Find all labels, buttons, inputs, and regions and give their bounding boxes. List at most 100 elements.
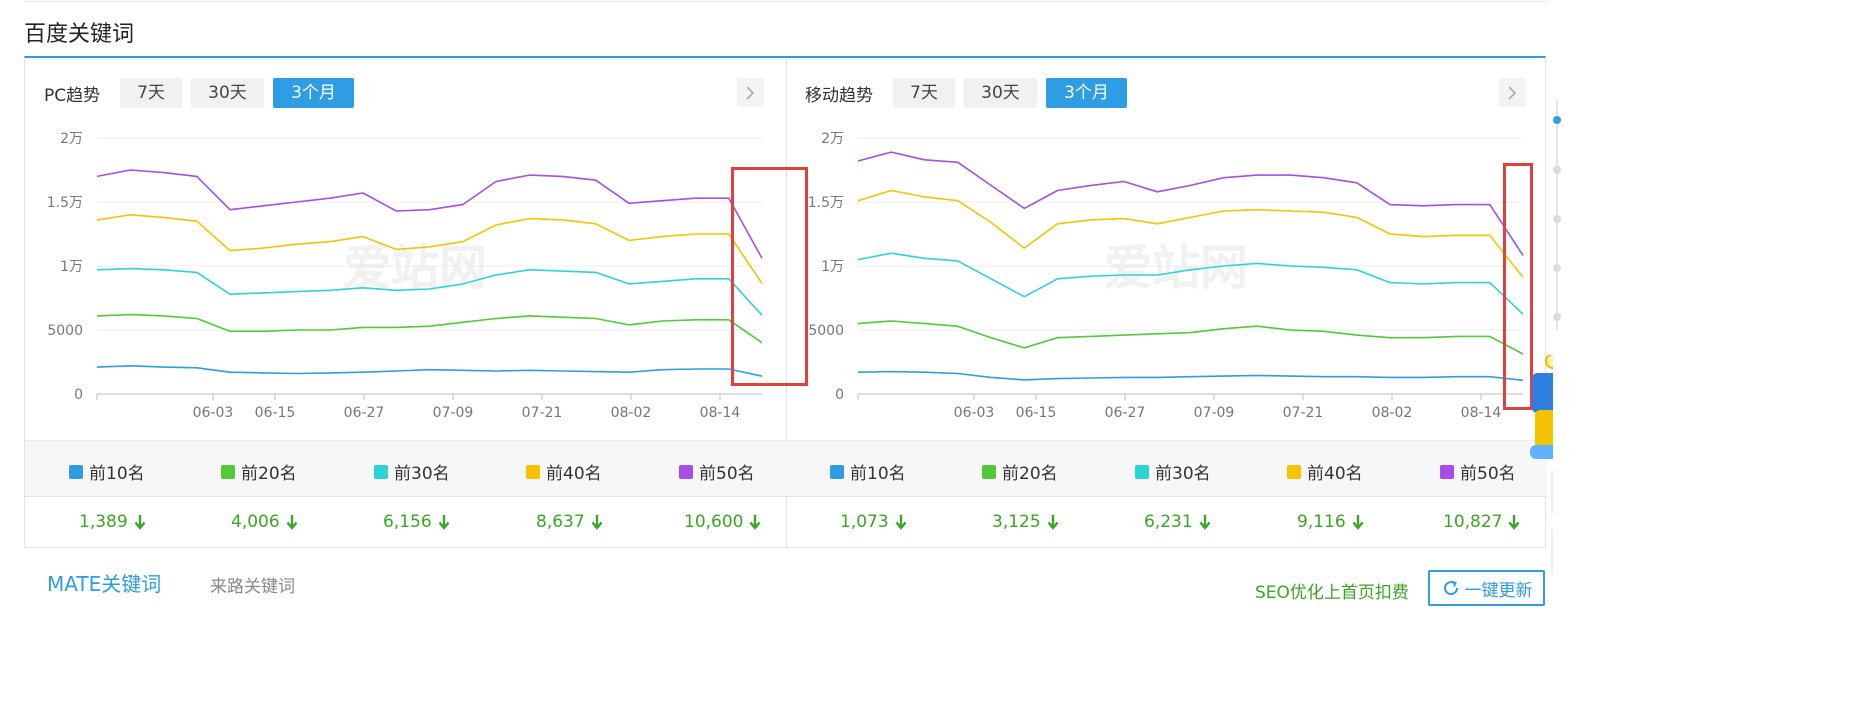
tab-7days[interactable]: 7天 (893, 78, 955, 108)
series-line-前10名 (857, 370, 1524, 382)
legend-item-top30[interactable]: 前30名 (1135, 459, 1211, 484)
side-tool-button[interactable] (1551, 470, 1553, 514)
legend-label: 前50名 (1460, 464, 1516, 484)
mobile-trend-panel: 移动趋势 7天 30天 3个月 爱站网 0 5000 1万 1.5万 2万 06-03 06-… (786, 58, 1547, 548)
value-top10: 1,389 (79, 512, 146, 532)
top-divider (24, 1, 1546, 2)
legend-label: 前30名 (394, 464, 450, 484)
next-arrow-button[interactable] (1499, 78, 1526, 107)
value-text: 1,073 (840, 512, 889, 532)
y-tick-label: 2万 (821, 131, 844, 147)
legend-item-top50[interactable]: 前50名 (1440, 459, 1516, 484)
value-text: 1,389 (79, 512, 128, 532)
chevron-right-icon (746, 86, 755, 100)
legend-label: 前40名 (1307, 464, 1363, 484)
next-arrow-button[interactable] (737, 78, 764, 107)
floating-promo-badge[interactable] (1530, 355, 1553, 465)
x-tick-label: 06-15 (255, 405, 296, 421)
pc-trend-panel: PC趋势 7天 30天 3个月 爱站网 0 5000 1万 1.5万 2万 06-03 06-… (25, 58, 787, 548)
value-top20: 4,006 (231, 512, 298, 532)
value-top40: 8,637 (536, 512, 603, 532)
y-tick-label: 1万 (60, 259, 83, 275)
x-tick-label: 06-27 (1105, 405, 1146, 421)
panel-title: PC趋势 (44, 86, 101, 106)
legend-label: 前10名 (850, 464, 906, 484)
y-tick-label: 5000 (808, 323, 844, 339)
series-line-前10名 (96, 365, 763, 377)
value-text: 4,006 (231, 512, 280, 532)
arrow-down-icon (1199, 515, 1211, 530)
y-tick-label: 2万 (60, 131, 83, 147)
y-tick-label: 0 (835, 387, 844, 403)
rail-dot[interactable] (1553, 313, 1561, 321)
value-text: 10,827 (1443, 512, 1503, 532)
promo-badge-icon (1530, 355, 1553, 459)
arrow-down-icon (591, 515, 603, 530)
watermark-text: 爱站网 (1104, 240, 1248, 296)
side-tool-button[interactable] (1551, 530, 1553, 574)
series-line-前20名 (857, 320, 1524, 355)
legend-label: 前30名 (1155, 464, 1211, 484)
y-tick-label: 1.5万 (47, 195, 83, 211)
legend-item-top10[interactable]: 前10名 (830, 459, 906, 484)
section-title: 百度关键词 (24, 22, 135, 47)
x-tick-label: 06-15 (1016, 405, 1057, 421)
tab-7days[interactable]: 7天 (120, 78, 182, 108)
series-line-前20名 (96, 313, 763, 344)
seo-promo-link[interactable]: SEO优化上首页扣费 (1255, 578, 1409, 603)
highlight-box (731, 167, 808, 386)
arrow-down-icon (895, 515, 907, 530)
legend-row: 前10名 前20名 前30名 前40名 前50名 (25, 440, 786, 497)
x-tick-label: 07-09 (1194, 405, 1235, 421)
arrow-down-icon (1352, 515, 1364, 530)
legend-item-top50[interactable]: 前50名 (679, 459, 755, 484)
legend-swatch (679, 464, 693, 479)
arrow-down-icon (1509, 515, 1520, 530)
value-top30: 6,156 (383, 512, 450, 532)
legend-item-top20[interactable]: 前20名 (221, 459, 297, 484)
x-tick-label: 07-21 (1283, 405, 1324, 421)
rail-dot[interactable] (1553, 264, 1561, 272)
value-row: 1,389 4,006 6,156 8,637 10,600 (25, 496, 786, 548)
arrow-down-icon (438, 515, 450, 530)
legend-item-top30[interactable]: 前30名 (374, 459, 450, 484)
tab-referral-keywords[interactable]: 来路关键词 (210, 572, 295, 597)
x-tick-label: 06-03 (193, 405, 234, 421)
value-top40: 9,116 (1297, 512, 1364, 532)
highlight-box (1503, 163, 1533, 410)
one-click-update-button[interactable]: 一键更新 (1428, 570, 1545, 606)
x-tick-label: 08-14 (700, 405, 741, 421)
legend-item-top20[interactable]: 前20名 (982, 459, 1058, 484)
tab-3months[interactable]: 3个月 (273, 78, 354, 108)
legend-item-top40[interactable]: 前40名 (1287, 459, 1363, 484)
legend-swatch (374, 464, 388, 479)
legend-item-top40[interactable]: 前40名 (526, 459, 602, 484)
value-top30: 6,231 (1144, 512, 1211, 532)
value-top50: 10,600 (684, 512, 761, 532)
value-text: 6,156 (383, 512, 432, 532)
legend-label: 前40名 (546, 464, 602, 484)
legend-swatch (982, 464, 996, 479)
x-tick-label: 08-02 (611, 405, 652, 421)
refresh-label: 一键更新 (1464, 580, 1533, 601)
rail-dot[interactable] (1553, 166, 1561, 174)
legend-item-top10[interactable]: 前10名 (69, 459, 145, 484)
legend-row: 前10名 前20名 前30名 前40名 前50名 (786, 440, 1547, 497)
arrow-down-icon (134, 515, 146, 530)
rail-dot[interactable] (1553, 116, 1561, 124)
value-text: 3,125 (992, 512, 1041, 532)
tab-30days[interactable]: 30天 (191, 78, 264, 108)
tab-30days[interactable]: 30天 (964, 78, 1037, 108)
legend-label: 前50名 (699, 464, 755, 484)
tab-3months[interactable]: 3个月 (1046, 78, 1127, 108)
tab-mate-keywords[interactable]: MATE关键词 (47, 568, 161, 597)
refresh-icon (1443, 580, 1458, 596)
y-tick-label: 1万 (821, 259, 844, 275)
x-tick-label: 06-03 (954, 405, 995, 421)
value-top50: 10,827 (1443, 512, 1520, 532)
rail-dot[interactable] (1553, 215, 1561, 223)
legend-swatch (69, 464, 83, 479)
value-text: 9,116 (1297, 512, 1346, 532)
chevron-right-icon (1508, 86, 1517, 100)
mobile-trend-chart: 爱站网 0 5000 1万 1.5万 2万 06-03 06-15 06-27 07-09 07-2… (808, 131, 1524, 421)
